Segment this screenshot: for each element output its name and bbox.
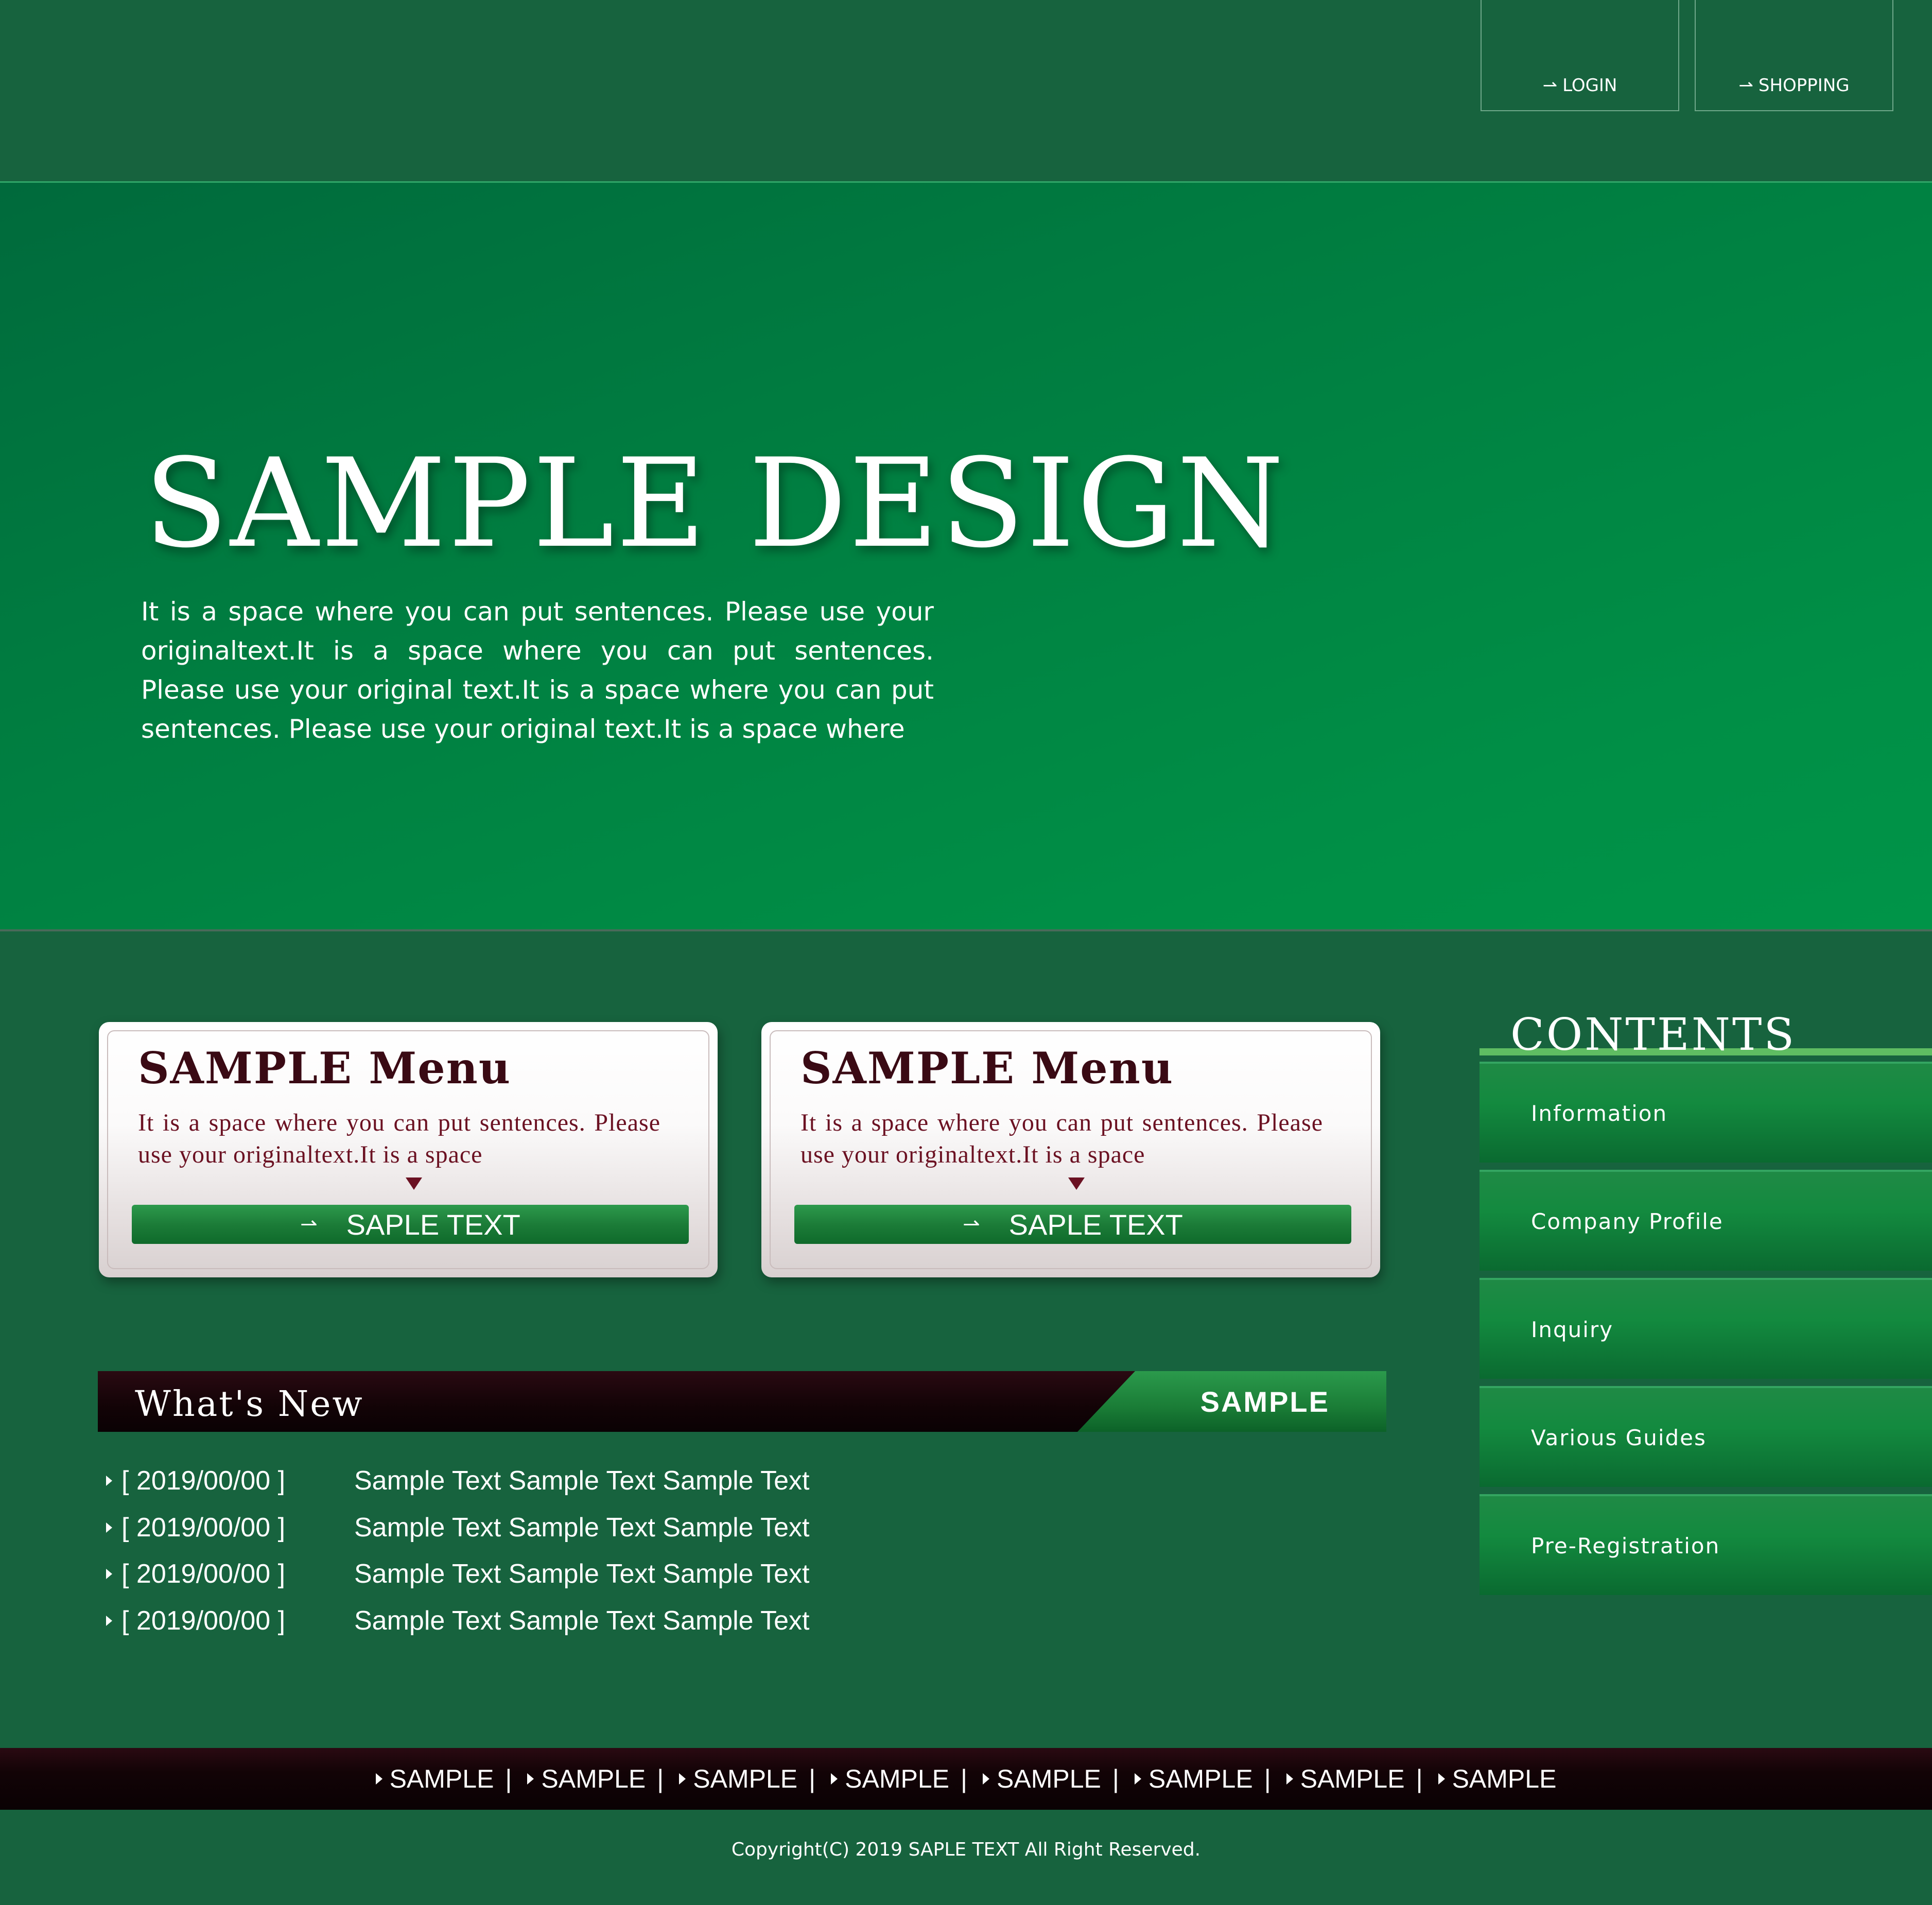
triangle-right-icon xyxy=(106,1522,112,1533)
news-text: Sample Text Sample Text Sample Text xyxy=(354,1513,810,1543)
menu-card-button-label: SAPLE TEXT xyxy=(1008,1208,1183,1241)
footer-link-label: SAMPLE xyxy=(1452,1764,1557,1793)
sidebar-item-inquiry[interactable]: Inquiry xyxy=(1480,1278,1932,1379)
footer-link[interactable]: SAMPLE xyxy=(983,1764,1101,1794)
triangle-right-icon xyxy=(679,1773,686,1785)
menu-card-button-label: SAPLE TEXT xyxy=(346,1208,520,1241)
footer-separator: | xyxy=(961,1764,967,1793)
sidebar-item-label: Company Profile xyxy=(1531,1208,1724,1234)
footer-separator: | xyxy=(809,1764,816,1793)
triangle-right-icon xyxy=(1438,1773,1445,1785)
sidebar-item-label: Pre-Registration xyxy=(1531,1533,1720,1558)
footer-link[interactable]: SAMPLE xyxy=(1438,1764,1557,1794)
news-text: Sample Text Sample Text Sample Text xyxy=(354,1466,810,1496)
triangle-right-icon xyxy=(375,1773,382,1785)
footer-link-label: SAMPLE xyxy=(693,1764,798,1793)
news-date: [ 2019/00/00 ] xyxy=(121,1606,286,1636)
sidebar-item-pre-registration[interactable]: Pre-Registration xyxy=(1480,1494,1932,1595)
news-item[interactable]: [ 2019/00/00 ] Sample Text Sample Text S… xyxy=(106,1600,809,1641)
news-item[interactable]: [ 2019/00/00 ] Sample Text Sample Text S… xyxy=(106,1553,809,1595)
news-text: Sample Text Sample Text Sample Text xyxy=(354,1606,810,1636)
menu-card-2: SAMPLE Menu It is a space where you can … xyxy=(761,1022,1380,1277)
footer-link-label: SAMPLE xyxy=(997,1764,1101,1793)
hero-title: SAMPLE DESIGN xyxy=(144,432,1286,575)
menu-card-button[interactable]: ⇀ SAPLE TEXT xyxy=(132,1205,689,1244)
shopping-label: SHOPPING xyxy=(1758,75,1850,96)
right-arrow-icon: ⇀ xyxy=(300,1213,318,1236)
sidebar-item-label: Inquiry xyxy=(1531,1317,1614,1342)
triangle-right-icon xyxy=(106,1476,112,1486)
footer-link-label: SAMPLE xyxy=(845,1764,949,1793)
whats-new-title: What's New xyxy=(135,1384,364,1425)
triangle-right-icon xyxy=(983,1773,989,1785)
login-label: LOGIN xyxy=(1562,75,1617,96)
footer-link[interactable]: SAMPLE xyxy=(375,1764,494,1794)
shopping-button[interactable]: ⇀ SHOPPING xyxy=(1695,0,1893,111)
footer-link[interactable]: SAMPLE xyxy=(831,1764,949,1794)
contents-title: CONTENTS xyxy=(1510,1009,1797,1061)
footer-link[interactable]: SAMPLE xyxy=(527,1764,646,1794)
footer-link[interactable]: SAMPLE xyxy=(679,1764,797,1794)
triangle-right-icon xyxy=(831,1773,838,1785)
footer-separator: | xyxy=(1112,1764,1119,1793)
footer-separator: | xyxy=(505,1764,512,1793)
footer-separator: | xyxy=(657,1764,664,1793)
triangle-right-icon xyxy=(106,1569,112,1579)
news-item[interactable]: [ 2019/00/00 ] Sample Text Sample Text S… xyxy=(106,1507,809,1548)
footer-separator: | xyxy=(1416,1764,1423,1793)
triangle-right-icon xyxy=(527,1773,534,1785)
triangle-right-icon xyxy=(1286,1773,1293,1785)
right-arrow-icon: ⇀ xyxy=(963,1213,980,1236)
menu-card-title: SAMPLE Menu xyxy=(800,1043,1174,1094)
sidebar-item-label: Information xyxy=(1531,1100,1668,1126)
news-item[interactable]: [ 2019/00/00 ] Sample Text Sample Text S… xyxy=(106,1460,809,1501)
footer-link-label: SAMPLE xyxy=(1148,1764,1253,1793)
footer-link-label: SAMPLE xyxy=(1300,1764,1405,1793)
login-button[interactable]: ⇀ LOGIN xyxy=(1481,0,1679,111)
triangle-down-icon xyxy=(1068,1177,1085,1190)
sidebar-item-company-profile[interactable]: Company Profile xyxy=(1480,1170,1932,1271)
news-date: [ 2019/00/00 ] xyxy=(121,1466,286,1496)
menu-card-title: SAMPLE Menu xyxy=(138,1043,511,1094)
footer-separator: | xyxy=(1264,1764,1271,1793)
triangle-right-icon xyxy=(106,1616,112,1626)
footer-link-label: SAMPLE xyxy=(541,1764,646,1793)
news-date: [ 2019/00/00 ] xyxy=(121,1559,286,1589)
menu-card-1: SAMPLE Menu It is a space where you can … xyxy=(99,1022,718,1277)
menu-card-text: It is a space where you can put sentence… xyxy=(800,1109,1323,1168)
right-arrow-icon: ⇀ xyxy=(1738,75,1753,96)
triangle-down-icon xyxy=(406,1177,422,1190)
whats-new-tab-label: SAMPLE xyxy=(1200,1385,1330,1418)
triangle-right-icon xyxy=(1134,1773,1141,1785)
news-text: Sample Text Sample Text Sample Text xyxy=(354,1559,810,1589)
right-arrow-icon: ⇀ xyxy=(1542,75,1558,96)
menu-card-text: It is a space where you can put sentence… xyxy=(138,1109,660,1168)
news-date: [ 2019/00/00 ] xyxy=(121,1513,286,1543)
footer-nav: SAMPLE | SAMPLE | SAMPLE | SAMPLE | SAMP… xyxy=(0,1748,1932,1810)
sidebar-item-information[interactable]: Information xyxy=(1480,1062,1932,1163)
footer-link[interactable]: SAMPLE xyxy=(1134,1764,1253,1794)
footer-link-label: SAMPLE xyxy=(389,1764,494,1793)
menu-card-button[interactable]: ⇀ SAPLE TEXT xyxy=(794,1205,1351,1244)
sidebar-item-various-guides[interactable]: Various Guides xyxy=(1480,1386,1932,1487)
hero-text: It is a space where you can put sentence… xyxy=(141,597,934,744)
sidebar-item-label: Various Guides xyxy=(1531,1425,1707,1450)
footer-link[interactable]: SAMPLE xyxy=(1286,1764,1405,1794)
copyright-text: Copyright(C) 2019 SAPLE TEXT All Right R… xyxy=(731,1839,1201,1860)
